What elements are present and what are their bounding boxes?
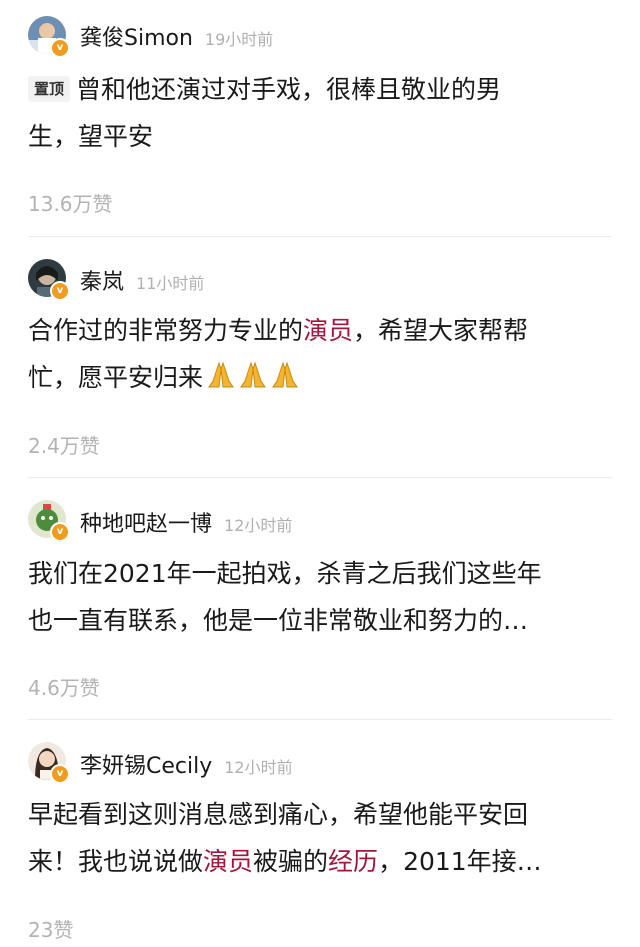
avatar[interactable]: v [28, 742, 70, 784]
comment-item: v 龚俊Simon 19小时前 置顶 曾和他还演过对手戏，很棒且敬业的男 生，望平安… [0, 0, 640, 236]
comment-header: 龚俊Simon 19小时前 [80, 20, 273, 52]
comment-text: 我们在2021年一起拍戏，杀青之后我们这些年 也一直有联系，他是一位非常敬业和努… [28, 550, 612, 644]
comment-item: v 秦岚 11小时前 合作过的非常努力专业的演员，希望大家帮帮 忙，愿平安归来 2… [0, 237, 640, 477]
like-count[interactable]: 4.6万赞 [28, 672, 100, 701]
username[interactable]: 种地吧赵一博 [80, 512, 212, 537]
comment-text: 置顶 曾和他还演过对手戏，很棒且敬业的男 生，望平安 [28, 66, 612, 160]
like-count[interactable]: 23赞 [28, 914, 73, 943]
comment-line: 合作过的非常努力专业的 [28, 316, 304, 345]
like-count[interactable]: 13.6万赞 [28, 188, 113, 217]
hashtag-link[interactable]: 演员 [303, 316, 353, 345]
comment-line: 也一直有联系，他是一位非常敬业和努力的… [28, 606, 529, 635]
hashtag-link[interactable]: 经历 [328, 847, 378, 876]
avatar[interactable]: v [28, 16, 70, 58]
comment-header: 秦岚 11小时前 [80, 264, 204, 296]
comment-line: 忙，愿平安归来 [28, 363, 204, 392]
avatar[interactable]: v [28, 500, 70, 542]
timestamp: 19小时前 [204, 30, 274, 49]
timestamp: 11小时前 [136, 274, 205, 293]
pinned-badge: 置顶 [28, 76, 71, 102]
comment-header: 李妍锡Cecily 12小时前 [80, 748, 293, 780]
comment-item: v 李妍锡Cecily 12小时前 早起看到这则消息感到痛心，希望他能平安回 来！… [0, 720, 640, 947]
comment-line: 生，望平安 [28, 122, 154, 151]
username[interactable]: 龚俊Simon [80, 26, 193, 51]
verified-icon: v [50, 764, 70, 784]
comment-line: 被骗的 [253, 847, 329, 876]
comment-line: 早起看到这则消息感到痛心，希望他能平安回 [28, 800, 529, 829]
comment-text: 早起看到这则消息感到痛心，希望他能平安回 来！我也说说做演员被骗的经历，2011… [28, 791, 612, 885]
verified-icon: v [50, 522, 70, 542]
comment-line: ，希望大家帮帮 [353, 316, 529, 345]
comment-line: 来！我也说说做 [28, 847, 204, 876]
comment-line: ，2011年接… [378, 847, 542, 876]
praying-hands-icon [205, 357, 301, 404]
username[interactable]: 李妍锡Cecily [80, 754, 212, 779]
comment-header: 种地吧赵一博 12小时前 [80, 506, 292, 538]
timestamp: 12小时前 [224, 516, 293, 535]
comment-item: v 种地吧赵一博 12小时前 我们在2021年一起拍戏，杀青之后我们这些年 也一直… [0, 478, 640, 719]
username[interactable]: 秦岚 [80, 270, 124, 295]
comment-line: 我们在2021年一起拍戏，杀青之后我们这些年 [28, 559, 542, 588]
comment-line: 曾和他还演过对手戏，很棒且敬业的男 [76, 75, 502, 104]
hashtag-link[interactable]: 演员 [203, 847, 253, 876]
avatar[interactable]: v [28, 259, 70, 301]
verified-icon: v [50, 38, 70, 58]
verified-icon: v [50, 281, 70, 301]
timestamp: 12小时前 [224, 758, 293, 777]
like-count[interactable]: 2.4万赞 [28, 430, 100, 459]
comment-text: 合作过的非常努力专业的演员，希望大家帮帮 忙，愿平安归来 [28, 307, 612, 404]
